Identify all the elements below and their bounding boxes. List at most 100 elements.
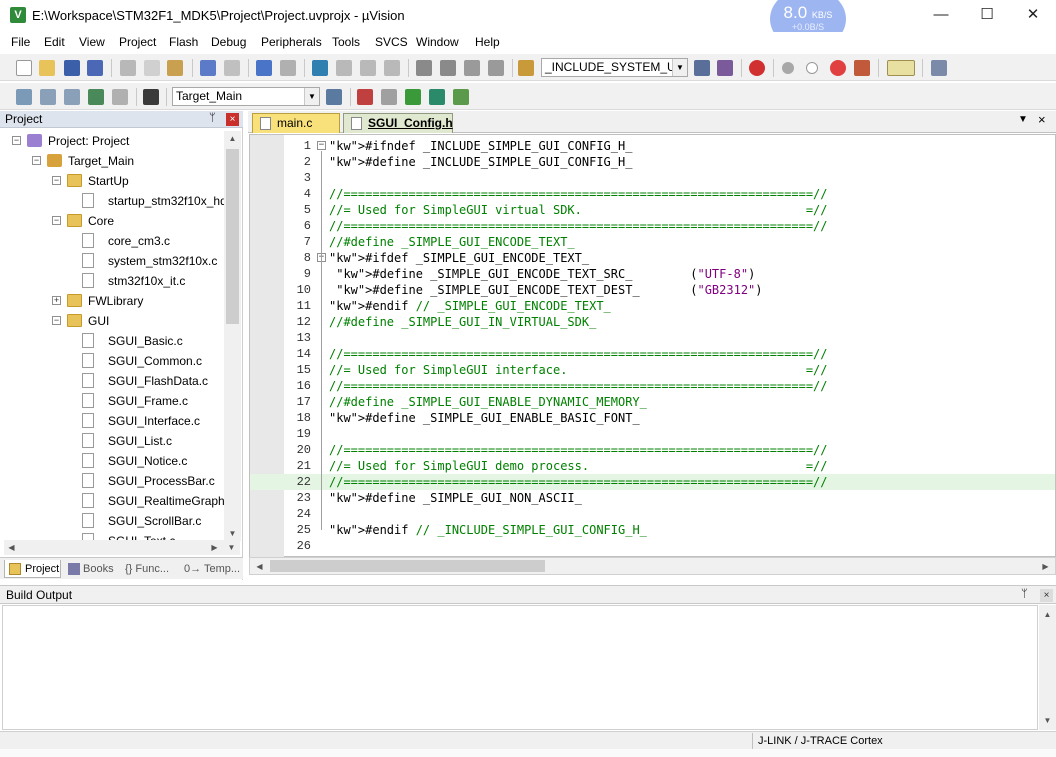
close-tab-icon[interactable]: × — [1038, 112, 1046, 127]
tree-item-sgui-flashdata-c[interactable]: SGUI_FlashData.c — [0, 371, 224, 391]
collapse-icon[interactable]: − — [52, 216, 61, 225]
menu-project[interactable]: Project — [119, 35, 156, 49]
menu-debug[interactable]: Debug — [211, 35, 246, 49]
code-line[interactable]: 3 — [250, 170, 1055, 186]
code-line[interactable]: 23 "kw">#define _SIMPLE_GUI_NON_ASCII_ — [250, 490, 1055, 506]
code-line[interactable]: 12 //#define _SIMPLE_GUI_IN_VIRTUAL_SDK_ — [250, 314, 1055, 330]
tree-item-stm32f10x-it-c[interactable]: stm32f10x_it.c — [0, 271, 224, 291]
menu-tools[interactable]: Tools — [332, 35, 360, 49]
tree-item-core[interactable]: − Core — [0, 211, 224, 231]
pin-icon[interactable]: ᛘ — [1021, 588, 1028, 600]
editor-horizontal-scrollbar[interactable]: ◀ ▶ — [249, 557, 1056, 575]
code-line[interactable]: 1− "kw">#ifndef _INCLUDE_SIMPLE_GUI_CONFI… — [250, 138, 1055, 154]
undo-icon[interactable] — [200, 60, 216, 76]
scroll-down-icon[interactable]: ▼ — [225, 526, 240, 541]
code-line[interactable]: 14 //====================================… — [250, 346, 1055, 362]
debug-session-icon[interactable] — [749, 60, 765, 76]
build-icon[interactable] — [40, 89, 56, 105]
scroll-down-icon[interactable]: ▼ — [1040, 713, 1055, 728]
tab-sgui-config-h[interactable]: SGUI_Config.h — [343, 113, 453, 133]
incremental-find-icon[interactable] — [717, 60, 733, 76]
tab-books[interactable]: Books — [64, 560, 120, 578]
minimize-button[interactable]: — — [918, 0, 964, 30]
code-line[interactable]: 2 "kw">#define _INCLUDE_SIMPLE_GUI_CONFIG… — [250, 154, 1055, 170]
menu-flash[interactable]: Flash — [169, 35, 198, 49]
manage-run-time-environment-icon[interactable] — [453, 89, 469, 105]
tree-item-fwlibrary[interactable]: + FWLibrary — [0, 291, 224, 311]
code-line[interactable]: 18 "kw">#define _SIMPLE_GUI_ENABLE_BASIC_… — [250, 410, 1055, 426]
menu-window[interactable]: Window — [416, 35, 459, 49]
code-line[interactable]: 16 //====================================… — [250, 378, 1055, 394]
redo-icon[interactable] — [224, 60, 240, 76]
find-in-files-icon[interactable] — [518, 60, 534, 76]
code-line[interactable]: 26 — [250, 538, 1055, 554]
collapse-icon[interactable]: − — [52, 316, 61, 325]
enable-breakpoint-icon[interactable] — [806, 62, 818, 74]
tree-vertical-scrollbar[interactable]: ▲ ▼ — [224, 131, 241, 541]
clear-bookmarks-icon[interactable] — [384, 60, 400, 76]
scroll-right-icon[interactable]: ▶ — [1038, 559, 1053, 574]
code-line[interactable]: 13 — [250, 330, 1055, 346]
batch-build-icon[interactable] — [88, 89, 104, 105]
pin-icon[interactable]: ᛘ — [209, 112, 216, 124]
tree-scroll-thumb[interactable] — [226, 149, 239, 324]
comment-icon[interactable] — [464, 60, 480, 76]
chevron-down-icon[interactable]: ▼ — [672, 59, 687, 76]
tree-item-sgui-processbar-c[interactable]: SGUI_ProcessBar.c — [0, 471, 224, 491]
tree-item-target-main[interactable]: − Target_Main — [0, 151, 224, 171]
chevron-down-icon[interactable]: ▼ — [304, 88, 319, 105]
tab-templates[interactable]: 0→ Temp... — [182, 560, 240, 578]
copy-icon[interactable] — [144, 60, 160, 76]
tree-item-startup-stm32f10x-hd[interactable]: startup_stm32f10x_hd — [0, 191, 224, 211]
manage-project-items-icon[interactable] — [357, 89, 373, 105]
collapse-icon[interactable]: − — [12, 136, 21, 145]
indent-icon[interactable] — [416, 60, 432, 76]
menu-view[interactable]: View — [79, 35, 105, 49]
maximize-button[interactable]: ☐ — [964, 0, 1010, 30]
code-line[interactable]: 7 //#define _SIMPLE_GUI_ENCODE_TEXT_ — [250, 234, 1055, 250]
kill-breakpoints-icon[interactable] — [854, 60, 870, 76]
close-icon[interactable]: × — [226, 113, 239, 126]
collapse-icon[interactable]: − — [52, 176, 61, 185]
stop-build-icon[interactable] — [112, 89, 128, 105]
tree-item-startup[interactable]: − StartUp — [0, 171, 224, 191]
save-icon[interactable] — [64, 60, 80, 76]
tree-item-sgui-interface-c[interactable]: SGUI_Interface.c — [0, 411, 224, 431]
code-line[interactable]: 24 — [250, 506, 1055, 522]
code-line[interactable]: 6 //=====================================… — [250, 218, 1055, 234]
close-window-button[interactable]: ✕ — [1010, 0, 1056, 30]
menu-edit[interactable]: Edit — [44, 35, 65, 49]
code-line[interactable]: 22 //====================================… — [250, 474, 1055, 490]
select-packs-icon[interactable] — [429, 89, 445, 105]
close-icon[interactable]: × — [1040, 589, 1053, 602]
navigate-forward-icon[interactable] — [280, 60, 296, 76]
next-bookmark-icon[interactable] — [360, 60, 376, 76]
tree-item-sgui-realtimegraph-c[interactable]: SGUI_RealtimeGraph.c — [0, 491, 224, 511]
disable-breakpoints-icon[interactable] — [830, 60, 846, 76]
tab-main-c[interactable]: main.c — [252, 113, 340, 133]
code-editor[interactable]: 1− "kw">#ifndef _INCLUDE_SIMPLE_GUI_CONFI… — [249, 134, 1056, 558]
uncomment-icon[interactable] — [488, 60, 504, 76]
code-line[interactable]: 19 — [250, 426, 1055, 442]
expand-icon[interactable]: + — [52, 296, 61, 305]
paste-icon[interactable] — [167, 60, 183, 76]
translate-icon[interactable] — [16, 89, 32, 105]
code-line[interactable]: 20 //====================================… — [250, 442, 1055, 458]
find-icon[interactable] — [694, 60, 710, 76]
unindent-icon[interactable] — [440, 60, 456, 76]
target-combo[interactable]: Target_Main ▼ — [172, 87, 320, 106]
prev-bookmark-icon[interactable] — [336, 60, 352, 76]
editor-scroll-thumb[interactable] — [270, 560, 545, 572]
define-combo[interactable]: _INCLUDE_SYSTEM_USAR ▼ — [541, 58, 688, 77]
save-all-icon[interactable] — [87, 60, 103, 76]
code-line[interactable]: 10 "kw">#define _SIMPLE_GUI_ENCODE_TEXT_… — [250, 282, 1055, 298]
scroll-left-icon[interactable]: ◀ — [252, 559, 267, 574]
wrench-icon[interactable] — [931, 60, 947, 76]
scroll-up-icon[interactable]: ▲ — [1040, 607, 1055, 622]
menu-file[interactable]: File — [11, 35, 30, 49]
build-output-scrollbar[interactable]: ▲ ▼ — [1039, 605, 1056, 730]
tree-item-sgui-common-c[interactable]: SGUI_Common.c — [0, 351, 224, 371]
fold-toggle-icon[interactable]: − — [317, 141, 326, 150]
code-line[interactable]: 25 "kw">#endif // _INCLUDE_SIMPLE_GUI_CON… — [250, 522, 1055, 538]
tree-horizontal-scrollbar[interactable]: ◀ ▶ ▼ — [4, 540, 240, 555]
